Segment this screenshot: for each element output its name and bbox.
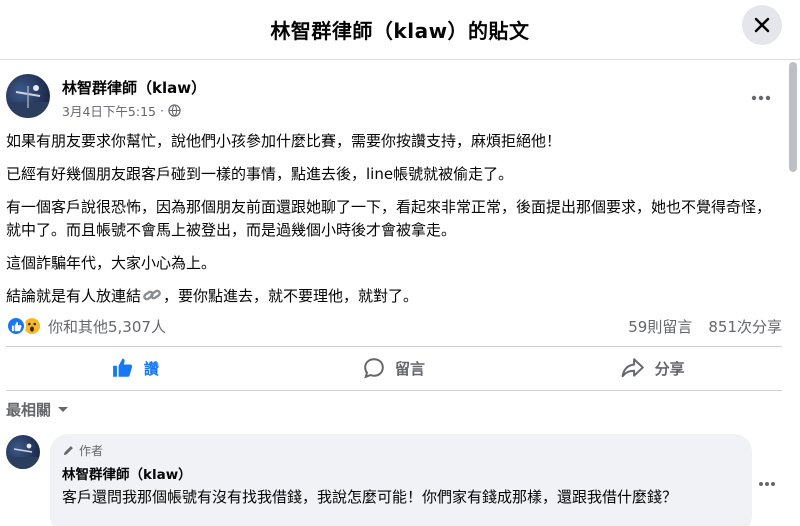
reaction-stats: 59則留言 851次分享 (628, 316, 782, 337)
link-icon (143, 289, 161, 301)
share-count[interactable]: 851次分享 (708, 316, 782, 337)
like-label: 讚 (143, 359, 159, 378)
globe-icon (168, 104, 181, 117)
reactions-bar: 你和其他5,307人 59則留言 851次分享 (6, 314, 782, 338)
divider (6, 346, 782, 347)
post-text-fragment: ，要你點進去，就不要理他，就對了。 (163, 287, 419, 305)
share-icon (621, 358, 644, 378)
scrollbar-thumb[interactable] (789, 62, 797, 172)
reaction-icons[interactable] (6, 316, 42, 336)
dialog-header: 林智群律師（klaw）的貼文 (0, 0, 800, 60)
meta-separator: · (159, 103, 164, 118)
pencil-icon (63, 446, 73, 456)
author-badge-label: 作者 (79, 444, 104, 458)
more-horizontal-icon (759, 482, 775, 486)
post-timestamp[interactable]: 3月4日下午5:15 (62, 101, 156, 120)
dialog-title: 林智群律師（klaw）的貼文 (270, 19, 530, 43)
like-button[interactable]: 讚 (6, 348, 265, 388)
post-paragraph-last: 結論就是有人放連結 ，要你點進去，就不要理他，就對了。 (6, 285, 782, 308)
close-button[interactable] (742, 5, 782, 45)
reaction-summary[interactable]: 你和其他5,307人 (48, 316, 166, 337)
post-body: 如果有朋友要求你幫忙，說他們小孩參加什麼比賽，需要你按讚支持，麻煩拒絕他！ 已經… (6, 130, 782, 318)
post-paragraph: 這個詐騙年代，大家小心為上。 (6, 254, 217, 272)
comment-author-name[interactable]: 林智群律師（klaw） (62, 463, 740, 483)
author-badge: 作者 (62, 442, 740, 459)
post-header: 林智群律師（klaw） 3月4日下午5:15 · (6, 74, 786, 124)
comment-button[interactable]: 留言 (265, 348, 524, 388)
comment-bubble: 作者 林智群律師（klaw） 客戶還問我那個帳號有沒有找我借錢，我說怎麼可能！你… (50, 434, 752, 526)
post-actions: 讚 留言 分享 (6, 348, 782, 388)
comment-icon (364, 358, 384, 379)
scrollbar[interactable] (789, 62, 797, 524)
close-icon (754, 17, 770, 33)
comment-sort-dropdown[interactable]: 最相關 (6, 399, 69, 420)
chevron-down-icon (58, 406, 69, 412)
author-avatar[interactable] (6, 74, 50, 118)
post-author-name[interactable]: 林智群律師（klaw） (62, 77, 206, 98)
comment-author-avatar[interactable] (6, 435, 40, 469)
comment-count[interactable]: 59則留言 (628, 316, 692, 337)
sort-label: 最相關 (6, 401, 52, 419)
comment-label: 留言 (395, 359, 426, 378)
comment-text: 客戶還問我那個帳號有沒有找我借錢，我說怎麼可能！你們家有錢成那樣，還跟我借什麼錢… (62, 488, 678, 506)
like-icon (6, 316, 26, 336)
post-paragraph: 如果有朋友要求你幫忙，說他們小孩參加什麼比賽，需要你按讚支持，麻煩拒絕他！ (6, 132, 562, 150)
comment-options-button[interactable] (752, 474, 782, 494)
post-paragraph: 有一個客戶說很恐怖，因為那個朋友前面還跟她聊了一下，看起來非常正常，後面提出那個… (6, 198, 772, 239)
share-button[interactable]: 分享 (523, 348, 782, 388)
post-scroll-area[interactable]: 林智群律師（klaw） 3月4日下午5:15 · 如果有朋友要求你幫忙，說他們小… (0, 60, 786, 526)
post-text-fragment: 結論就是有人放連結 (6, 287, 142, 305)
post-meta: 3月4日下午5:15 · (62, 101, 181, 120)
thumbs-up-icon (112, 358, 132, 377)
more-horizontal-icon (751, 95, 771, 101)
divider (6, 390, 782, 391)
share-label: 分享 (654, 359, 685, 378)
post-options-button[interactable] (746, 88, 776, 108)
avatar-photo (6, 443, 40, 469)
post-paragraph: 已經有好幾個朋友跟客戶碰到一樣的事情，點進去後，line帳號就被偷走了。 (6, 165, 514, 183)
avatar-photo (6, 85, 50, 118)
